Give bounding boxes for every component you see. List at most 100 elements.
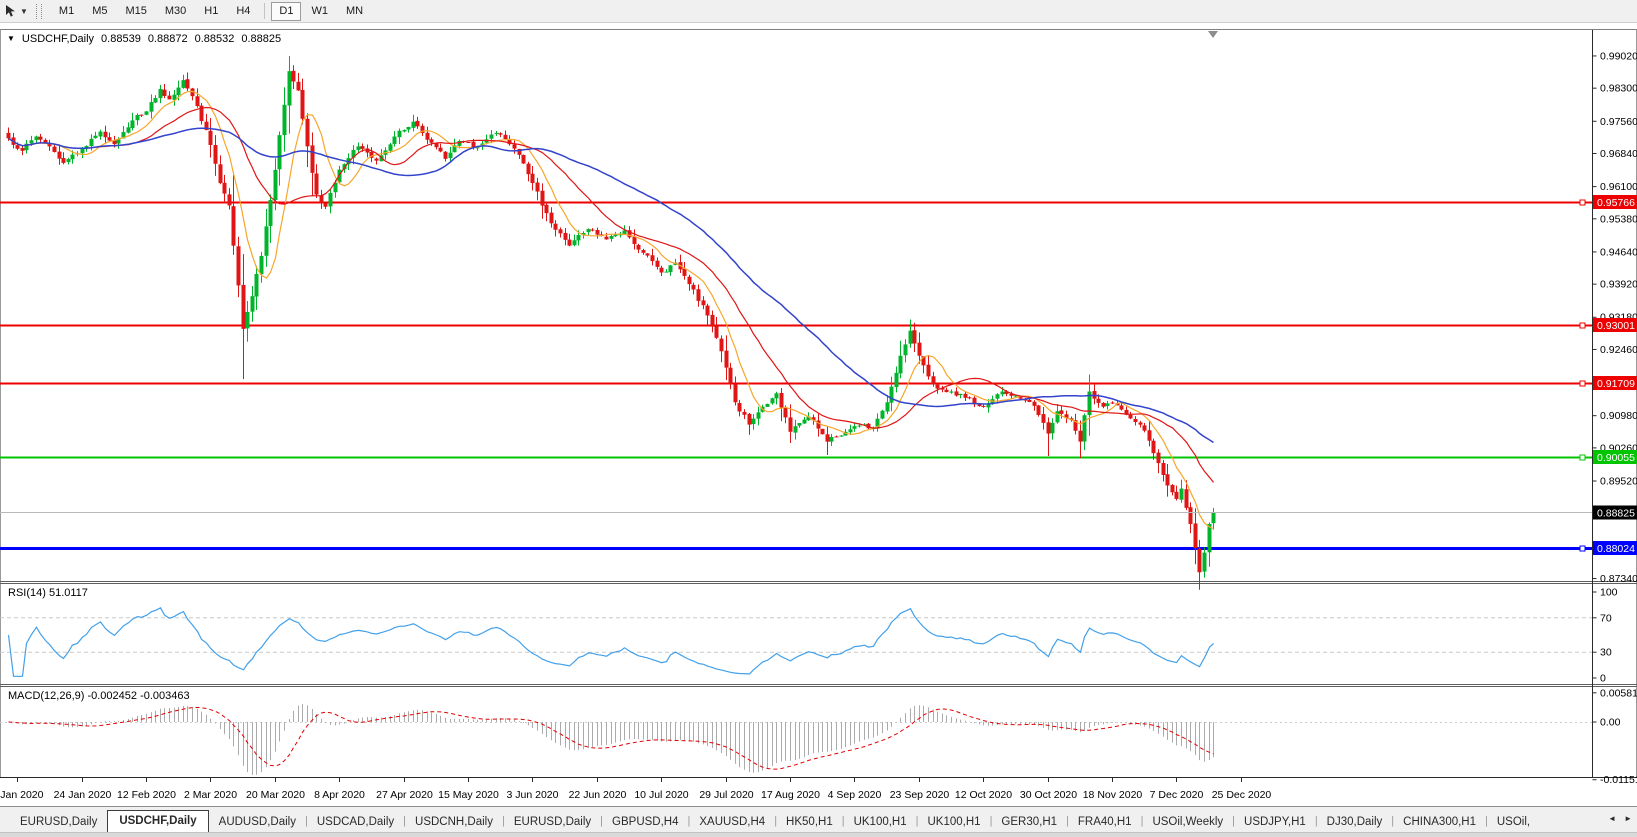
svg-text:10 Jul 2020: 10 Jul 2020 (634, 789, 688, 801)
cursor-tool-dropdown-icon[interactable]: ▼ (20, 7, 28, 16)
symbol-tab-audusd-daily[interactable]: AUDUSD,Daily (211, 812, 304, 832)
svg-text:27 Apr 2020: 27 Apr 2020 (376, 789, 433, 801)
symbol-tab-hk50-h1[interactable]: HK50,H1 (778, 812, 841, 832)
hline-handle (1579, 322, 1586, 329)
svg-text:30: 30 (1600, 647, 1612, 659)
svg-text:0.92460: 0.92460 (1600, 344, 1637, 356)
svg-text:0.89520: 0.89520 (1600, 476, 1637, 488)
svg-text:0.98300: 0.98300 (1600, 83, 1637, 95)
svg-text:0.95766: 0.95766 (1597, 197, 1635, 209)
timeframe-button-mn[interactable]: MN (338, 2, 371, 21)
top-toolbar: ▼ M1 M5 M15 M30 H1 H4 D1 W1 MN (0, 0, 1637, 23)
timeframe-button-group: M1 M5 M15 M30 H1 H4 D1 W1 MN (50, 1, 372, 21)
quote-low: 0.88532 (194, 33, 235, 45)
symbol-tab-uk100-h1[interactable]: UK100,H1 (846, 812, 915, 832)
svg-text:29 Jul 2020: 29 Jul 2020 (699, 789, 753, 801)
svg-text:7 Dec 2020: 7 Dec 2020 (1150, 789, 1204, 801)
svg-text:0.005818: 0.005818 (1600, 687, 1637, 699)
svg-text:15 May 2020: 15 May 2020 (438, 789, 499, 801)
hline-handle (1579, 454, 1586, 461)
svg-text:0.95380: 0.95380 (1600, 213, 1637, 225)
svg-text:8 Apr 2020: 8 Apr 2020 (314, 789, 365, 801)
trading-platform-window: ▼ M1 M5 M15 M30 H1 H4 D1 W1 MN 0.99020 0.98300 0.9… (0, 0, 1637, 837)
tab-scroll-left-icon[interactable]: ◄ (1608, 814, 1616, 823)
symbol-tab-ger30-h1[interactable]: GER30,H1 (993, 812, 1065, 832)
symbol-tab-usoil-weekly[interactable]: USOil,Weekly (1144, 812, 1231, 832)
svg-text:0.97560: 0.97560 (1600, 116, 1637, 128)
tab-scroll-arrows: ◄ ► (1608, 814, 1632, 823)
quote-close: 0.88825 (241, 33, 282, 45)
macd-indicator-label: MACD(12,26,9) -0.002452 -0.003463 (8, 690, 190, 702)
tab-scroll-right-icon[interactable]: ► (1624, 814, 1632, 823)
timeframe-button-d1[interactable]: D1 (271, 1, 302, 21)
symbol-tab-gbpusd-h4[interactable]: GBPUSD,H4 (604, 812, 686, 832)
timeframe-button-w1[interactable]: W1 (303, 2, 336, 21)
svg-text:0.90980: 0.90980 (1600, 410, 1637, 422)
timeframe-button-m15[interactable]: M15 (117, 2, 154, 21)
svg-text:20 Mar 2020: 20 Mar 2020 (246, 789, 305, 801)
svg-text:0.88825: 0.88825 (1597, 508, 1635, 520)
svg-text:0.91709: 0.91709 (1597, 378, 1635, 390)
svg-text:0.96100: 0.96100 (1600, 181, 1637, 193)
svg-text:-0.011514: -0.011514 (1600, 774, 1637, 786)
toolbar-grip[interactable] (35, 3, 42, 19)
svg-text:0.93001: 0.93001 (1597, 320, 1635, 332)
symbol-tab-eurusd-daily[interactable]: EURUSD,Daily (506, 812, 599, 832)
timeframe-button-m5[interactable]: M5 (84, 2, 115, 21)
symbol-tab-dj30-daily[interactable]: DJ30,Daily (1319, 812, 1391, 832)
symbol-tab-fra40-h1[interactable]: FRA40,H1 (1070, 812, 1140, 832)
svg-text:70: 70 (1600, 612, 1612, 624)
timeframe-button-m30[interactable]: M30 (157, 2, 194, 21)
symbol-tab-bar: EURUSD,Daily USDCHF,Daily AUDUSD,Daily | USD… (0, 806, 1637, 837)
timeframe-button-m1[interactable]: M1 (51, 2, 82, 21)
chart-collapse-icon[interactable]: ▼ (7, 34, 15, 43)
svg-text:4 Sep 2020: 4 Sep 2020 (828, 789, 882, 801)
timeframe-button-h4[interactable]: H4 (228, 2, 258, 21)
svg-text:22 Jun 2020: 22 Jun 2020 (569, 789, 627, 801)
svg-text:25 Dec 2020: 25 Dec 2020 (1212, 789, 1272, 801)
symbol-tab-xauusd-h4[interactable]: XAUUSD,H4 (691, 812, 773, 832)
svg-text:0: 0 (1600, 673, 1606, 685)
svg-text:0.93920: 0.93920 (1600, 279, 1637, 291)
svg-text:12 Feb 2020: 12 Feb 2020 (117, 789, 176, 801)
svg-text:17 Aug 2020: 17 Aug 2020 (761, 789, 820, 801)
rsi-indicator-label: RSI(14) 51.0117 (8, 587, 88, 599)
symbol-tab-usdcnh-daily[interactable]: USDCNH,Daily (407, 812, 501, 832)
symbol-tab-usdjpy-h1[interactable]: USDJPY,H1 (1236, 812, 1314, 832)
svg-text:0.88024: 0.88024 (1597, 543, 1635, 555)
svg-text:0.94640: 0.94640 (1600, 246, 1637, 258)
hline-handle (1579, 199, 1586, 206)
svg-text:0.96840: 0.96840 (1600, 148, 1637, 160)
svg-text:18 Nov 2020: 18 Nov 2020 (1083, 789, 1143, 801)
symbol-tab-eurusd-daily[interactable]: EURUSD,Daily (12, 812, 105, 832)
chart-title: ▼ USDCHF,Daily 0.88539 0.88872 0.88532 0… (7, 33, 281, 45)
svg-text:100: 100 (1600, 587, 1618, 599)
timeframe-button-h1[interactable]: H1 (196, 2, 226, 21)
svg-text:23 Sep 2020: 23 Sep 2020 (890, 789, 950, 801)
svg-text:24 Jan 2020: 24 Jan 2020 (54, 789, 112, 801)
symbol-tab-uk100-h1[interactable]: UK100,H1 (920, 812, 989, 832)
toolbar-separator (264, 3, 266, 19)
chart-symbol-period: USDCHF,Daily (21, 33, 95, 45)
svg-text:0.87340: 0.87340 (1600, 573, 1637, 585)
svg-text:3 Jun 2020: 3 Jun 2020 (507, 789, 559, 801)
cursor-tool-icon[interactable] (2, 2, 20, 20)
svg-text:30 Oct 2020: 30 Oct 2020 (1020, 789, 1077, 801)
chart-canvas[interactable]: 0.99020 0.98300 0.97560 0.96840 0.96100 0.953… (0, 0, 1637, 806)
quote-high: 0.88872 (147, 33, 188, 45)
symbol-tab-usoil[interactable]: USOil, (1489, 812, 1538, 832)
hline-handle (1579, 545, 1586, 552)
svg-text:6 Jan 2020: 6 Jan 2020 (0, 789, 44, 801)
svg-text:2 Mar 2020: 2 Mar 2020 (184, 789, 237, 801)
svg-text:0.99020: 0.99020 (1600, 50, 1637, 62)
svg-text:0.90055: 0.90055 (1597, 452, 1635, 464)
svg-text:0.00: 0.00 (1600, 717, 1621, 729)
symbol-tab-usdchf-daily[interactable]: USDCHF,Daily (107, 810, 209, 832)
svg-text:12 Oct 2020: 12 Oct 2020 (955, 789, 1012, 801)
symbol-tab-list: EURUSD,Daily USDCHF,Daily AUDUSD,Daily | USD… (0, 807, 1597, 832)
symbol-tab-usdcad-daily[interactable]: USDCAD,Daily (309, 812, 402, 832)
quote-open: 0.88539 (101, 33, 141, 45)
symbol-tab-china300-h1[interactable]: CHINA300,H1 (1395, 812, 1484, 832)
hline-handle (1579, 380, 1586, 387)
tabbar-bottom-strip (0, 832, 1637, 837)
